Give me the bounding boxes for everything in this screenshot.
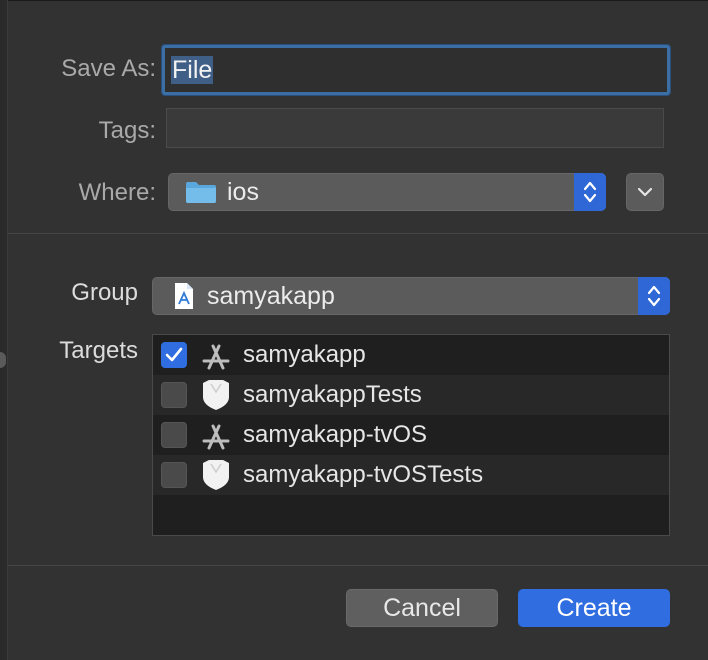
create-button[interactable]: Create xyxy=(518,589,670,627)
target-label: samyakappTests xyxy=(243,381,422,408)
resize-handle xyxy=(0,352,6,368)
save-as-field[interactable]: File xyxy=(162,45,670,95)
target-row[interactable]: samyakapp xyxy=(153,335,669,375)
app-store-icon xyxy=(199,418,233,452)
tags-label: Tags: xyxy=(98,117,156,144)
expand-browser-button[interactable] xyxy=(626,173,664,211)
cancel-button[interactable]: Cancel xyxy=(346,589,498,627)
target-row[interactable]: samyakapp-tvOS xyxy=(153,415,669,455)
targets-list[interactable]: samyakapp samyakappTests samyakapp-tvOS … xyxy=(152,334,670,536)
target-label: samyakapp-tvOS xyxy=(243,421,428,448)
save-as-label: Save As: xyxy=(61,55,156,82)
save-sheet: Save As: File Tags: Where: ios Group sam… xyxy=(8,0,708,660)
target-checkbox[interactable] xyxy=(161,422,187,448)
divider-top xyxy=(8,233,708,234)
checkmark-icon xyxy=(165,347,183,362)
app-store-icon xyxy=(199,338,233,372)
where-value: ios xyxy=(227,177,259,206)
target-row[interactable]: samyakappTests xyxy=(153,375,669,415)
folder-icon xyxy=(185,180,217,204)
target-label: samyakapp-tvOSTests xyxy=(243,461,484,488)
where-popup[interactable]: ios xyxy=(168,173,606,211)
target-checkbox[interactable] xyxy=(161,462,187,488)
group-popup[interactable]: samyakapp xyxy=(152,277,670,315)
chevron-down-icon xyxy=(636,186,654,198)
popup-stepper-icon xyxy=(574,173,606,211)
targets-label: Targets xyxy=(59,337,138,364)
group-value: samyakapp xyxy=(207,281,335,310)
background-window-edge xyxy=(0,0,8,660)
target-checkbox[interactable] xyxy=(161,382,187,408)
project-file-icon xyxy=(173,282,195,310)
target-checkbox[interactable] xyxy=(161,342,187,368)
divider-bottom xyxy=(8,565,708,566)
test-shield-icon xyxy=(199,458,233,492)
test-shield-icon xyxy=(199,378,233,412)
where-label: Where: xyxy=(78,179,156,206)
tags-field[interactable] xyxy=(166,108,664,148)
group-label: Group xyxy=(71,279,138,306)
popup-stepper-icon xyxy=(638,277,670,315)
save-as-value: File xyxy=(171,56,214,84)
target-row[interactable]: samyakapp-tvOSTests xyxy=(153,455,669,495)
target-label: samyakapp xyxy=(243,341,366,368)
